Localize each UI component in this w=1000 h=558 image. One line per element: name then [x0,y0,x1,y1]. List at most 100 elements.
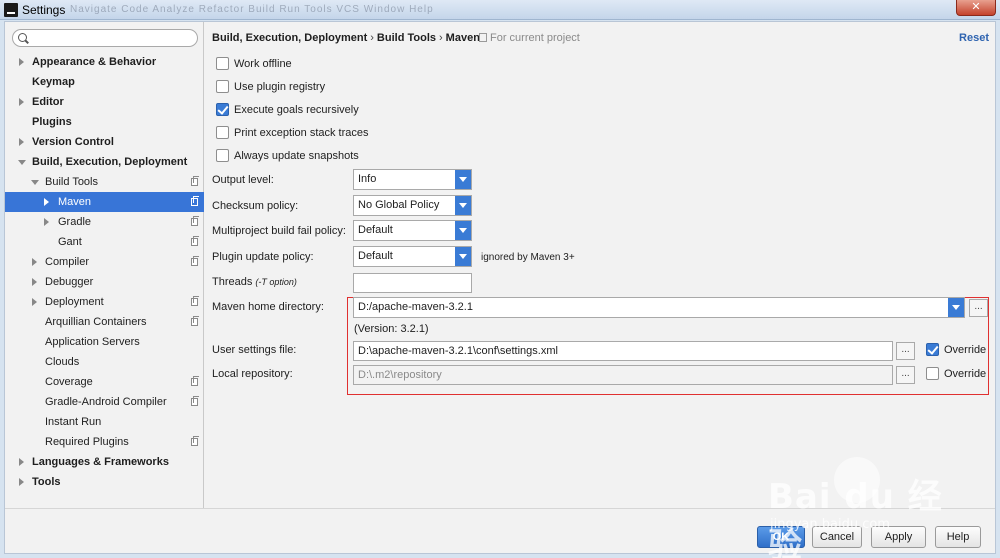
user-settings-override-checkbox[interactable] [926,343,939,356]
maven-home-directory-label: Maven home directory: [212,301,324,313]
chevron-down-icon[interactable] [455,221,471,240]
ok-button[interactable]: OK [757,526,805,548]
sidebar-item-keymap[interactable]: Keymap [5,72,204,92]
sidebar-item-debugger[interactable]: Debugger [5,272,204,292]
user-settings-file-label: User settings file: [212,344,297,356]
sidebar-item-build-tools[interactable]: Build Tools [5,172,204,192]
sidebar-item-application-servers[interactable]: Application Servers [5,332,204,352]
sidebar-item-build-execution-deployment[interactable]: Build, Execution, Deployment [5,152,204,172]
sidebar-item-required-plugins[interactable]: Required Plugins [5,432,204,452]
multiproject-build-fail-policy-select[interactable]: Default [353,220,472,241]
sidebar-item-languages-frameworks[interactable]: Languages & Frameworks [5,452,204,472]
sidebar-item-tools[interactable]: Tools [5,472,204,492]
threads-input[interactable] [353,273,472,293]
reset-link[interactable]: Reset [959,32,989,44]
work-offline-checkbox[interactable] [216,57,229,70]
output-level-value: Info [358,173,377,185]
sidebar-item-label: Required Plugins [45,436,129,448]
expand-arrow-icon[interactable] [44,198,49,206]
threads-hint: (-T option) [255,277,297,287]
print-exception-stack-traces-label: Print exception stack traces [234,127,369,139]
output-level-select[interactable]: Info [353,169,472,190]
checksum-policy-select[interactable]: No Global Policy [353,195,472,216]
expand-arrow-icon[interactable] [32,278,37,286]
expand-arrow-icon[interactable] [19,138,24,146]
chevron-down-icon[interactable] [455,196,471,215]
sidebar-item-maven[interactable]: Maven [5,192,204,212]
collapse-arrow-icon[interactable] [31,180,39,185]
project-scope-icon [191,396,199,406]
user-settings-file-value: D:\apache-maven-3.2.1\conf\settings.xml [358,345,558,357]
expand-arrow-icon[interactable] [19,58,24,66]
sidebar-item-label: Arquillian Containers [45,316,147,328]
window-title: Settings [22,3,66,17]
maven-home-browse-button[interactable]: ... [969,299,988,317]
plugin-update-policy-note: ignored by Maven 3+ [481,252,575,263]
apply-button[interactable]: Apply [871,526,926,548]
settings-sidebar: Appearance & Behavior Keymap Editor Plug… [5,22,204,508]
sidebar-item-label: Editor [32,96,64,108]
sidebar-item-version-control[interactable]: Version Control [5,132,204,152]
user-settings-file-input[interactable]: D:\apache-maven-3.2.1\conf\settings.xml [353,341,893,361]
help-button[interactable]: Help [935,526,981,548]
sidebar-item-arquillian-containers[interactable]: Arquillian Containers [5,312,204,332]
project-scope-icon [191,256,199,266]
local-repository-override-checkbox[interactable] [926,367,939,380]
sidebar-item-gant[interactable]: Gant [5,232,204,252]
use-plugin-registry-checkbox[interactable] [216,80,229,93]
cancel-button[interactable]: Cancel [812,526,862,548]
close-window-button[interactable]: ✕ [956,0,996,16]
multiproject-build-fail-policy-label: Multiproject build fail policy: [212,225,346,237]
project-scope-icon [191,176,199,186]
sidebar-item-label: Gradle [58,216,92,228]
sidebar-item-clouds[interactable]: Clouds [5,352,204,372]
expand-arrow-icon[interactable] [19,458,24,466]
chevron-down-icon[interactable] [455,170,471,189]
breadcrumb-build-tools: Build Tools [376,32,436,44]
local-repository-override-label: Override [944,368,987,380]
settings-search-input[interactable] [12,29,198,47]
project-scope-icon [191,236,199,246]
sidebar-item-deployment[interactable]: Deployment [5,292,204,312]
sidebar-item-label: Deployment [45,296,104,308]
execute-goals-recursively-checkbox[interactable] [216,103,229,116]
sidebar-item-gradle[interactable]: Gradle [5,212,204,232]
local-repository-input[interactable]: D:\.m2\repository [353,365,893,385]
expand-arrow-icon[interactable] [44,218,49,226]
sidebar-item-label: Gant [58,236,82,248]
print-exception-stack-traces-checkbox[interactable] [216,126,229,139]
expand-arrow-icon[interactable] [19,98,24,106]
sidebar-item-coverage[interactable]: Coverage [5,372,204,392]
always-update-snapshots-checkbox[interactable] [216,149,229,162]
search-icon [18,33,27,42]
sidebar-item-editor[interactable]: Editor [5,92,204,112]
local-repository-browse-button[interactable]: ... [896,366,915,384]
expand-arrow-icon[interactable] [19,478,24,486]
chevron-down-icon[interactable] [455,247,471,266]
sidebar-item-gradle-android-compiler[interactable]: Gradle-Android Compiler [5,392,204,412]
sidebar-item-appearance-behavior[interactable]: Appearance & Behavior [5,52,204,72]
chevron-down-icon[interactable] [948,298,964,317]
expand-arrow-icon[interactable] [32,258,37,266]
sidebar-item-label: Keymap [32,76,75,88]
work-offline-label: Work offline [234,58,292,70]
maven-home-directory-select[interactable]: D:/apache-maven-3.2.1 [353,297,965,318]
user-settings-override-label: Override [944,344,987,356]
sidebar-item-instant-run[interactable]: Instant Run [5,412,204,432]
expand-arrow-icon[interactable] [32,298,37,306]
plugin-update-policy-value: Default [358,250,393,262]
sidebar-item-compiler[interactable]: Compiler [5,252,204,272]
execute-goals-recursively-label: Execute goals recursively [234,104,359,116]
multiproject-build-fail-policy-value: Default [358,224,393,236]
breadcrumb-separator: › [370,32,374,44]
user-settings-browse-button[interactable]: ... [896,342,915,360]
plugin-update-policy-select[interactable]: Default [353,246,472,267]
threads-label: Threads (-T option) [212,276,297,288]
local-repository-label: Local repository: [212,368,293,380]
sidebar-item-label: Debugger [45,276,94,288]
collapse-arrow-icon[interactable] [18,160,26,165]
plugin-update-policy-label: Plugin update policy: [212,251,314,263]
project-scope-icon [191,316,199,326]
breadcrumb-separator: › [439,32,443,44]
sidebar-item-plugins[interactable]: Plugins [5,112,204,132]
